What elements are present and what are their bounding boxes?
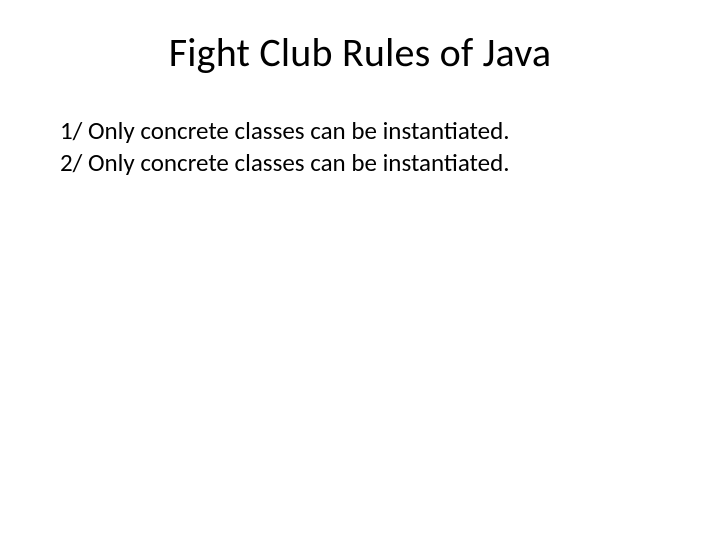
rule-item: 1/ Only concrete classes can be instanti…	[60, 115, 660, 147]
slide-container: Fight Club Rules of Java 1/ Only concret…	[0, 0, 720, 540]
rule-item: 2/ Only concrete classes can be instanti…	[60, 147, 660, 179]
slide-body: 1/ Only concrete classes can be instanti…	[60, 115, 660, 179]
slide-title: Fight Club Rules of Java	[60, 28, 660, 77]
